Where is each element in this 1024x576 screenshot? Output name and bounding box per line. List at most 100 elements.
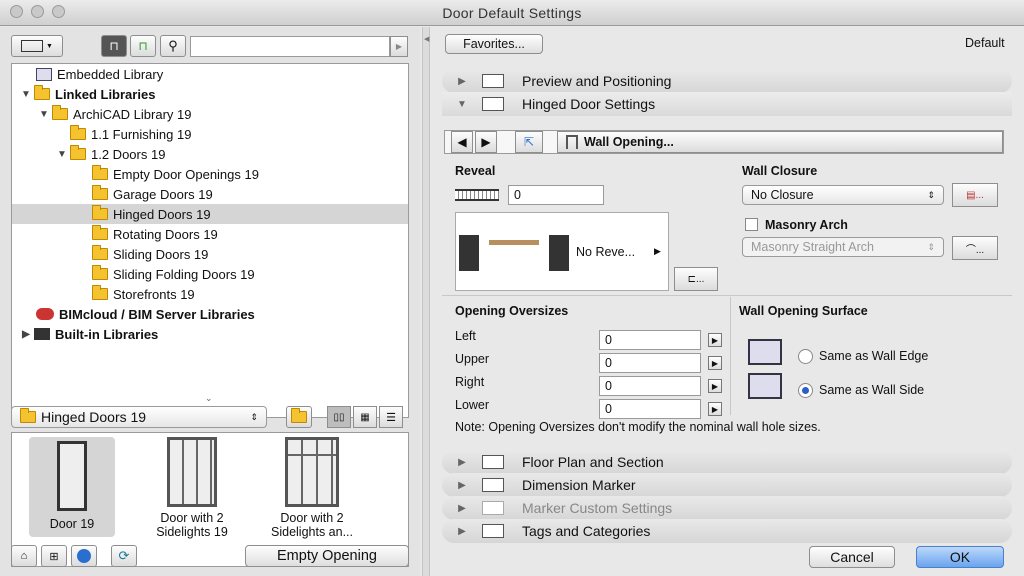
oversize-upper-arrow-button[interactable]: ▶ <box>708 356 722 370</box>
small-icons-view-button[interactable]: ▦ <box>353 406 377 428</box>
disclosure-closed-icon: ▶ <box>458 456 466 468</box>
search-input[interactable] <box>190 36 390 57</box>
add-object-button[interactable]: ⊞ <box>41 545 67 567</box>
bimcomponents-button[interactable] <box>71 545 97 567</box>
search-go-button[interactable]: ▶ <box>390 36 408 57</box>
settings-grid-icon <box>482 97 504 111</box>
dimension-icon <box>482 478 504 492</box>
add-object-icon: ⊞ <box>49 550 59 563</box>
large-icons-view-button[interactable]: ▯▯ <box>327 406 351 428</box>
disclosure-open-icon[interactable]: ▼ <box>56 149 68 160</box>
disclosure-closed-icon[interactable]: ▶ <box>20 329 32 340</box>
reveal-preview-popup[interactable]: No Reve... ▶ <box>455 212 669 291</box>
reveal-options-button[interactable]: ⊏... <box>674 267 718 291</box>
tree-item-doors[interactable]: ▼ 1.2 Doors 19 <box>12 144 408 164</box>
wall-closure-title: Wall Closure <box>742 164 818 178</box>
masonry-arch-options-button[interactable]: ⌒... <box>952 236 998 260</box>
splitter-handle[interactable]: ⌄ <box>205 393 213 404</box>
tree-item-embedded-library[interactable]: Embedded Library <box>12 64 408 84</box>
folder-popup[interactable]: Hinged Doors 19 ⇕ <box>11 406 267 428</box>
oversize-right-arrow-button[interactable]: ▶ <box>708 379 722 393</box>
cancel-button[interactable]: Cancel <box>809 546 895 568</box>
door-filter-green-button[interactable]: ⊓ <box>130 35 156 57</box>
ok-button[interactable]: OK <box>916 546 1004 568</box>
door-green-icon: ⊓ <box>138 39 148 53</box>
tree-item-hinged-doors[interactable]: Hinged Doors 19 <box>12 204 408 224</box>
tree-item-builtin-libraries[interactable]: ▶ Built-in Libraries <box>12 324 408 344</box>
tree-item-garage-doors[interactable]: Garage Doors 19 <box>12 184 408 204</box>
disclosure-open-icon[interactable]: ▼ <box>38 109 50 120</box>
oversize-right-field[interactable]: 0 <box>599 376 701 396</box>
masonry-arch-checkbox[interactable] <box>745 218 758 231</box>
section-hinged-door-settings[interactable]: ▼ Hinged Door Settings <box>442 92 1012 116</box>
section-title: Floor Plan and Section <box>522 454 664 470</box>
page-tree-button[interactable]: ⇱ <box>515 131 543 153</box>
tree-item-sliding-folding-doors[interactable]: Sliding Folding Doors 19 <box>12 264 408 284</box>
tree-item-storefronts[interactable]: Storefronts 19 <box>12 284 408 304</box>
page-popup[interactable]: Wall Opening... <box>557 131 1003 153</box>
parent-folder-button[interactable] <box>286 406 312 428</box>
section-floor-plan[interactable]: ▶ Floor Plan and Section <box>442 450 1012 474</box>
settings-panel: Favorites... Default ▶ Preview and Posit… <box>432 27 1024 576</box>
search-button[interactable]: ⚲ <box>160 35 186 57</box>
wall-opening-surface-title: Wall Opening Surface <box>739 304 868 318</box>
section-dimension-marker[interactable]: ▶ Dimension Marker <box>442 473 1012 497</box>
list-view-button[interactable]: ☰ <box>379 406 403 428</box>
tree-item-label: Garage Doors 19 <box>113 186 213 202</box>
folder-up-icon <box>291 408 307 423</box>
gallery-item-label-line2: Sidelights 19 <box>156 525 228 539</box>
door-sidelights-transom-thumbnail <box>285 437 339 507</box>
panel-splitter[interactable]: ◀ <box>422 27 430 576</box>
same-as-wall-side-radio[interactable] <box>798 383 813 398</box>
door-filter-button[interactable]: ⊓ <box>101 35 127 57</box>
oversize-upper-field[interactable]: 0 <box>599 353 701 373</box>
oversizes-note: Note: Opening Oversizes don't modify the… <box>455 420 821 434</box>
section-title: Hinged Door Settings <box>522 96 656 112</box>
next-page-button[interactable]: ▶ <box>475 131 497 153</box>
same-as-wall-edge-radio[interactable] <box>798 349 813 364</box>
previous-page-button[interactable]: ◀ <box>451 131 473 153</box>
masonry-arch-options-icon: ⌒... <box>965 244 985 256</box>
folder-icon <box>92 285 108 300</box>
library-icon <box>36 67 52 81</box>
oversize-left-field[interactable]: 0 <box>599 330 701 350</box>
tree-item-furnishing[interactable]: 1.1 Furnishing 19 <box>12 124 408 144</box>
tree-item-linked-libraries[interactable]: ▼ Linked Libraries <box>12 84 408 104</box>
gallery-item-door-2-sidelights-transom[interactable]: Door with 2 Sidelights an... <box>257 437 367 539</box>
oversize-lower-field[interactable]: 0 <box>599 399 701 419</box>
empty-opening-button[interactable]: Empty Opening <box>245 545 409 567</box>
gallery-item-label-line1: Door with 2 <box>280 511 344 525</box>
gallery-item-label-line2: Sidelights an... <box>271 525 353 539</box>
tree-item-label: Rotating Doors 19 <box>113 226 218 242</box>
tree-item-rotating-doors[interactable]: Rotating Doors 19 <box>12 224 408 244</box>
same-as-wall-edge-label: Same as Wall Edge <box>819 349 929 363</box>
disclosure-open-icon[interactable]: ▼ <box>20 89 32 100</box>
section-marker-custom-settings[interactable]: ▶ Marker Custom Settings <box>442 496 1012 520</box>
tree-item-label: 1.1 Furnishing 19 <box>91 126 192 142</box>
section-tags-categories[interactable]: ▶ Tags and Categories <box>442 519 1012 543</box>
oversize-lower-arrow-button[interactable]: ▶ <box>708 402 722 416</box>
favorites-button[interactable]: Favorites... <box>445 34 543 54</box>
wall-closure-options-button[interactable]: ▤... <box>952 183 998 207</box>
library-manager-button[interactable]: ⌂ <box>11 545 37 567</box>
tree-item-archicad-library[interactable]: ▼ ArchiCAD Library 19 <box>12 104 408 124</box>
chevron-down-icon: ▼ <box>46 42 53 50</box>
library-tree[interactable]: Embedded Library ▼ Linked Libraries ▼ Ar… <box>11 63 409 418</box>
reveal-depth-field[interactable]: 0 <box>508 185 604 205</box>
folder-icon <box>70 145 86 160</box>
tree-item-sliding-doors[interactable]: Sliding Doors 19 <box>12 244 408 264</box>
masonry-arch-popup[interactable]: Masonry Straight Arch ⇕ <box>742 237 944 257</box>
tree-item-empty-door-openings[interactable]: Empty Door Openings 19 <box>12 164 408 184</box>
tree-item-label: Linked Libraries <box>55 86 156 102</box>
reload-library-button[interactable]: ⟳ <box>111 545 137 567</box>
section-preview-positioning[interactable]: ▶ Preview and Positioning <box>442 69 1012 93</box>
page-popup-label: Wall Opening... <box>584 135 674 149</box>
gallery-item-door-2-sidelights[interactable]: Door with 2 Sidelights 19 <box>142 437 242 539</box>
view-mode-popup[interactable]: ▼ <box>11 35 63 57</box>
oversize-lower-label: Lower <box>455 398 490 412</box>
tree-item-bimcloud-libraries[interactable]: BIMcloud / BIM Server Libraries <box>12 304 408 324</box>
oversize-left-arrow-button[interactable]: ▶ <box>708 333 722 347</box>
tree-item-label: 1.2 Doors 19 <box>91 146 166 162</box>
wall-closure-popup[interactable]: No Closure ⇕ <box>742 185 944 205</box>
gallery-item-door[interactable]: Door 19 <box>29 437 115 537</box>
